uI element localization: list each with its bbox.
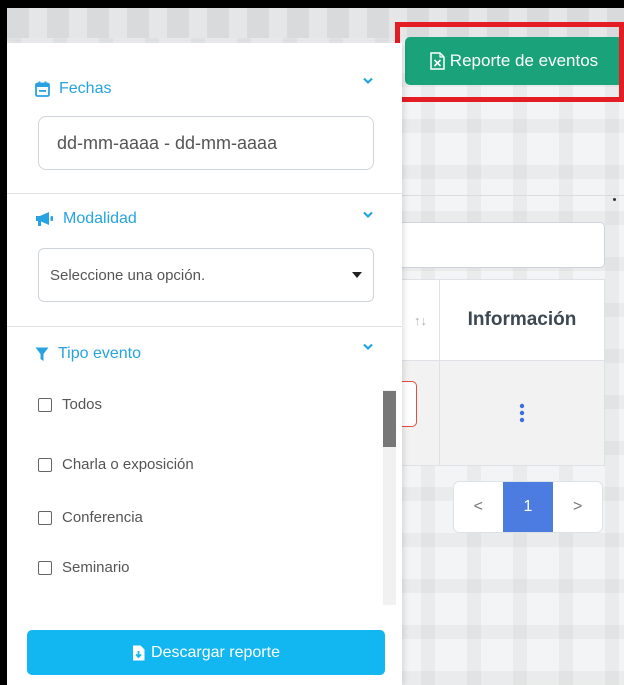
chevron-down-icon[interactable] <box>362 76 374 86</box>
chevron-down-icon[interactable] <box>362 342 374 352</box>
divider <box>402 195 624 196</box>
checkbox-seminario[interactable]: Seminario <box>38 559 130 576</box>
filter-icon <box>35 347 49 361</box>
section-modalidad-title: Modalidad <box>63 210 137 227</box>
dot-mark <box>613 198 616 201</box>
dropdown-caret-icon <box>352 272 362 278</box>
checkbox-charla[interactable]: Charla o exposición <box>38 456 194 473</box>
info-menu-button[interactable] <box>440 361 604 465</box>
table-row-cell <box>402 361 440 465</box>
modalidad-selected-value: Seleccione una opción. <box>50 266 206 284</box>
megaphone-icon <box>36 212 53 226</box>
checkbox-box[interactable] <box>38 457 52 472</box>
page-next-button[interactable]: > <box>553 482 602 532</box>
section-fechas-title: Fechas <box>59 80 112 97</box>
checkbox-label: Conferencia <box>62 509 143 526</box>
report-events-label: Reporte de eventos <box>449 51 599 70</box>
checkbox-todos[interactable]: Todos <box>38 396 102 413</box>
section-fechas-header[interactable]: Fechas <box>35 80 111 98</box>
checkbox-box[interactable] <box>38 397 52 412</box>
header-information: Información <box>440 280 604 361</box>
page-prev-button[interactable]: < <box>454 482 503 532</box>
checkbox-box[interactable] <box>38 510 52 525</box>
events-table: ↑↓ Información <box>402 279 605 466</box>
screen: Reporte de eventos ↑↓ Información < 1 > <box>7 8 624 685</box>
report-events-button[interactable]: Reporte de eventos <box>405 37 623 85</box>
checkbox-label: Charla o exposición <box>62 456 194 473</box>
sort-icon[interactable]: ↑↓ <box>402 280 440 361</box>
section-tipo-evento-header[interactable]: Tipo evento <box>35 345 141 363</box>
table-search-input[interactable] <box>402 222 605 268</box>
row-action-button[interactable] <box>402 381 417 427</box>
modalidad-select[interactable]: Seleccione una opción. <box>38 248 374 302</box>
checkbox-label: Seminario <box>62 559 130 576</box>
excel-file-icon <box>430 52 445 70</box>
checkbox-label: Todos <box>62 396 103 413</box>
checkbox-conferencia[interactable]: Conferencia <box>38 509 143 526</box>
scrollbar-thumb[interactable] <box>383 391 396 447</box>
download-report-button[interactable]: Descargar reporte <box>27 630 385 675</box>
checkbox-box[interactable] <box>38 560 52 575</box>
divider <box>7 326 402 327</box>
kebab-vertical-icon <box>519 403 525 423</box>
filter-sidebar: Fechas Modalidad Seleccione una opción. <box>7 43 402 685</box>
section-modalidad-header[interactable]: Modalidad <box>35 210 137 228</box>
file-download-icon <box>133 645 145 660</box>
top-pattern-strip <box>7 8 624 38</box>
calendar-icon <box>35 81 50 97</box>
pagination: < 1 > <box>453 481 603 533</box>
page-1-button[interactable]: 1 <box>502 482 554 532</box>
chevron-down-icon[interactable] <box>362 210 374 220</box>
download-report-label: Descargar reporte <box>151 643 280 661</box>
divider <box>7 193 402 194</box>
section-tipo-evento-title: Tipo evento <box>58 345 142 362</box>
date-range-input[interactable] <box>38 116 374 170</box>
